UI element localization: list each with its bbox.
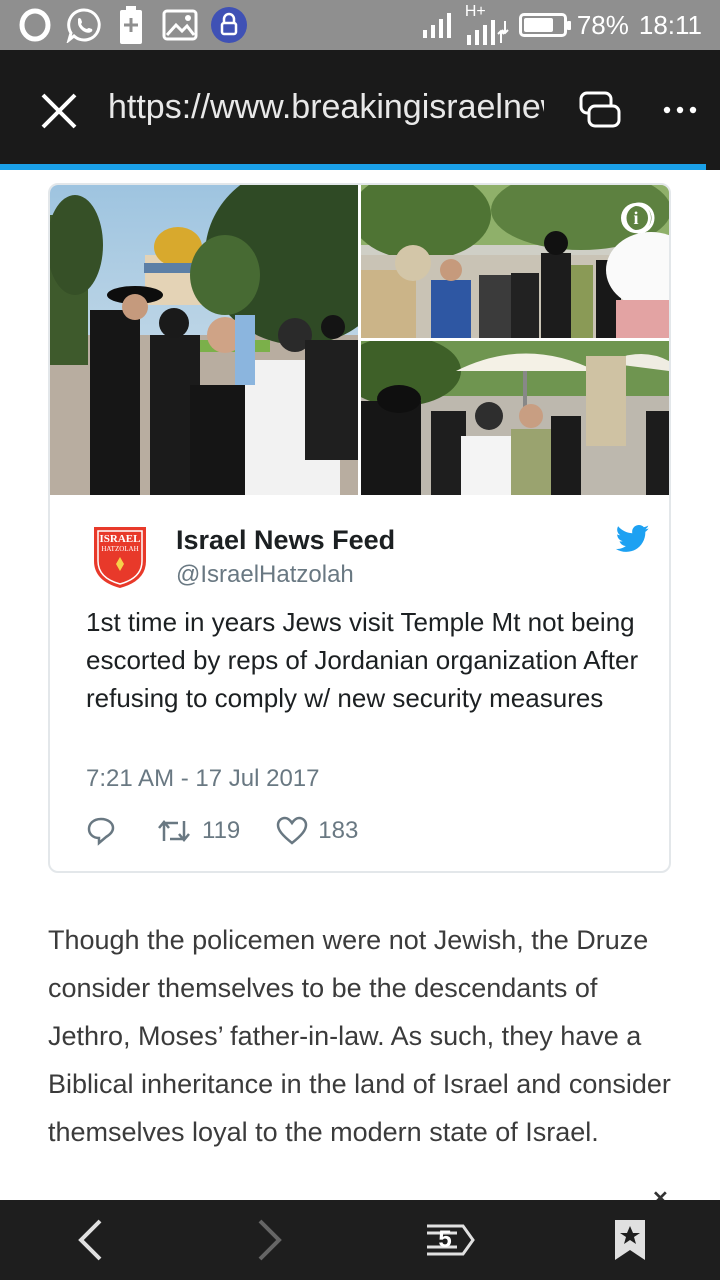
info-icon[interactable]: i (621, 203, 651, 233)
tabs-count-button[interactable]: 5 (410, 1200, 490, 1280)
retweet-icon (158, 820, 190, 842)
author-handle[interactable]: @IsraelHatzolah (176, 561, 354, 589)
back-icon (78, 1219, 102, 1261)
tweet-timestamp[interactable]: 7:21 AM - 17 Jul 2017 (86, 765, 319, 793)
tabs-icon[interactable] (578, 90, 622, 130)
bottom-navigation: 5 (0, 1200, 720, 1280)
reply-action[interactable] (86, 816, 116, 846)
forward-button[interactable] (230, 1200, 310, 1280)
twitter-bird-icon[interactable] (616, 525, 650, 553)
embedded-tweet[interactable]: i ISRAEL HATZOLAH Israel News Feed @Isra… (48, 183, 671, 873)
heart-icon (277, 816, 308, 845)
more-icon[interactable] (662, 104, 698, 116)
author-name[interactable]: Israel News Feed (176, 525, 395, 556)
like-count: 183 (318, 817, 359, 844)
gallery-icon (162, 9, 198, 41)
h-plus-signal-icon: H+ (465, 3, 509, 45)
tweet-photo-2[interactable]: i (361, 185, 669, 338)
tweet-actions: 119 183 (86, 813, 394, 849)
tweet-photos: i (50, 185, 669, 495)
avatar-text-top: ISRAEL (100, 533, 141, 545)
forward-icon (258, 1219, 282, 1261)
battery-icon (518, 13, 571, 37)
retweet-count: 119 (202, 817, 241, 844)
signal-icon (422, 13, 451, 38)
retweet-action[interactable]: 119 (156, 817, 240, 845)
lock-icon (211, 7, 247, 43)
like-action[interactable]: 183 (276, 816, 358, 846)
tweet-photo-1[interactable] (50, 185, 358, 495)
battery-plus-icon (120, 6, 142, 44)
back-button[interactable] (50, 1200, 130, 1280)
opera-icon (19, 8, 51, 42)
author-avatar[interactable]: ISRAEL HATZOLAH (90, 525, 150, 589)
bookmark-button[interactable] (590, 1200, 670, 1280)
close-icon[interactable] (40, 92, 78, 130)
reply-icon (87, 817, 115, 846)
whatsapp-icon (66, 8, 101, 43)
tab-count: 5 (438, 1226, 452, 1253)
browser-toolbar: https://www.breakingisraelnews.com (0, 50, 720, 170)
article-paragraph: Though the policemen were not Jewish, th… (48, 925, 671, 1147)
url-field[interactable]: https://www.breakingisraelnews.com (108, 88, 544, 127)
clock: 18:11 (638, 9, 702, 40)
tweet-text: 1st time in years Jews visit Temple Mt n… (86, 607, 639, 713)
dismiss-icon[interactable]: ✕ (652, 1186, 669, 1200)
tabs-count-icon: 5 (425, 1220, 475, 1260)
avatar-text-bottom: HATZOLAH (101, 545, 138, 553)
battery-percent: 78% (576, 9, 629, 40)
tweet-photo-3[interactable] (361, 341, 669, 495)
bookmark-icon (615, 1220, 645, 1260)
tweet-header: ISRAEL HATZOLAH Israel News Feed @Israel… (90, 525, 650, 595)
status-bar: H+ 78% 18:11 (0, 0, 720, 50)
page-content: i ISRAEL HATZOLAH Israel News Feed @Isra… (0, 170, 720, 1200)
